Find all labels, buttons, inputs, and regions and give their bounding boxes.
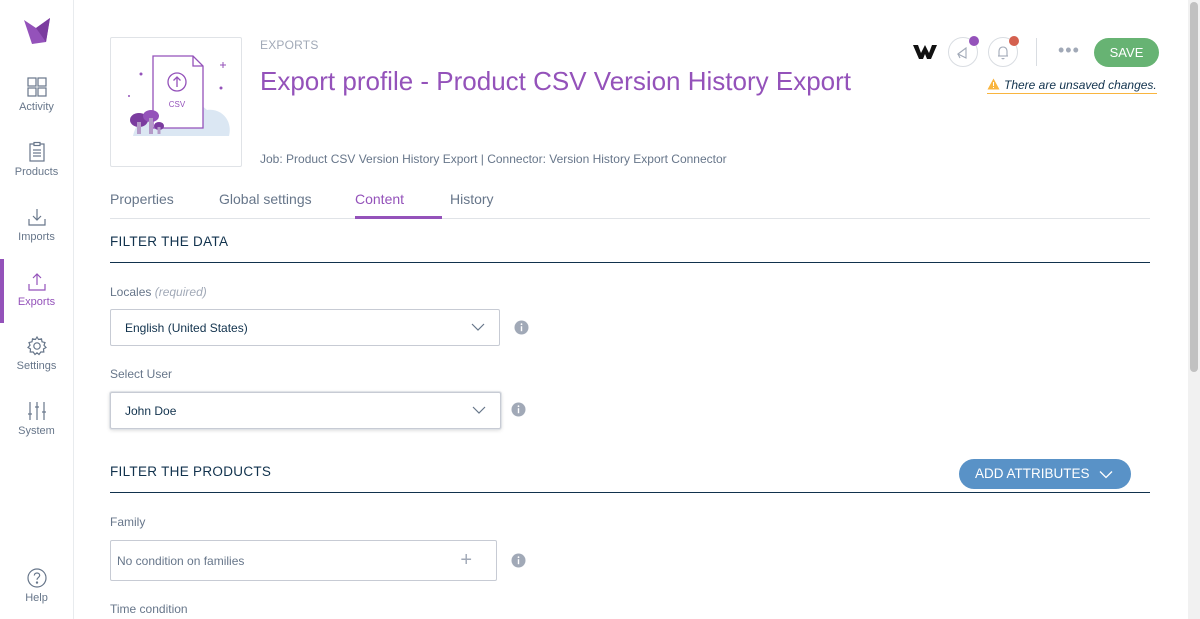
notifications-button[interactable] bbox=[988, 36, 1019, 67]
tab-properties[interactable]: Properties bbox=[110, 191, 174, 219]
sliders-icon bbox=[27, 402, 46, 420]
sidebar-item-products[interactable]: Products bbox=[0, 141, 73, 203]
tab-global-settings[interactable]: Global settings bbox=[219, 191, 312, 219]
sidebar-item-label: System bbox=[18, 425, 55, 437]
main-sidebar: Activity Products Imports Exports Settin… bbox=[0, 0, 74, 619]
sidebar-item-label: Settings bbox=[16, 360, 57, 372]
filter-products-section-title: FILTER THE PRODUCTS bbox=[110, 464, 272, 479]
sidebar-item-help[interactable]: Help bbox=[0, 567, 73, 619]
section-divider bbox=[110, 262, 1150, 263]
select-user-dropdown[interactable]: John Doe bbox=[110, 392, 501, 429]
export-profile-illustration: CSV bbox=[110, 37, 242, 167]
selected-user-value: John Doe bbox=[125, 404, 177, 418]
sidebar-item-settings[interactable]: Settings bbox=[0, 335, 73, 397]
locales-label-text: Locales bbox=[110, 285, 152, 299]
add-attributes-button[interactable]: ADD ATTRIBUTES bbox=[959, 459, 1131, 489]
unsaved-changes-notice: There are unsaved changes. bbox=[987, 78, 1157, 94]
csv-label: CSV bbox=[169, 100, 186, 109]
family-condition-field[interactable]: No condition on families + bbox=[110, 540, 497, 581]
sidebar-item-system[interactable]: System bbox=[0, 400, 73, 462]
scrollbar-thumb[interactable] bbox=[1190, 2, 1198, 372]
locales-select[interactable]: English (United States) bbox=[110, 309, 500, 346]
tab-content[interactable]: Content bbox=[355, 191, 442, 219]
sidebar-item-label: Help bbox=[25, 592, 48, 604]
required-hint: (required) bbox=[154, 285, 207, 299]
announcements-button[interactable] bbox=[948, 36, 979, 67]
sidebar-item-exports[interactable]: Exports bbox=[0, 259, 73, 323]
filter-data-section-title: FILTER THE DATA bbox=[110, 234, 229, 249]
locales-label: Locales (required) bbox=[110, 285, 207, 299]
add-attributes-label: ADD ATTRIBUTES bbox=[975, 466, 1090, 481]
announcements-badge bbox=[969, 36, 979, 46]
notifications-badge bbox=[1009, 36, 1019, 46]
akeneo-logo[interactable] bbox=[22, 16, 52, 46]
clipboard-icon bbox=[28, 141, 45, 162]
section-divider bbox=[110, 492, 1150, 493]
sidebar-item-label: Exports bbox=[17, 296, 56, 308]
warning-icon bbox=[987, 78, 1000, 90]
header-divider bbox=[1036, 38, 1037, 66]
sidebar-item-activity[interactable]: Activity bbox=[0, 76, 73, 138]
family-label: Family bbox=[110, 515, 146, 529]
breadcrumb-exports[interactable]: EXPORTS bbox=[260, 38, 319, 52]
wizard-logo-icon[interactable] bbox=[912, 42, 938, 62]
chevron-down-icon bbox=[1099, 471, 1113, 479]
info-icon[interactable] bbox=[511, 553, 526, 568]
locales-selected-value: English (United States) bbox=[125, 321, 248, 335]
tab-history[interactable]: History bbox=[450, 191, 494, 219]
job-connector-subtitle: Job: Product CSV Version History Export … bbox=[260, 152, 727, 166]
dashboard-grid-icon bbox=[26, 77, 47, 97]
unsaved-changes-text: There are unsaved changes. bbox=[1004, 78, 1157, 92]
tab-bar: Properties Global settings Content Histo… bbox=[110, 186, 1150, 219]
family-condition-value: No condition on families bbox=[117, 554, 245, 568]
chevron-down-icon bbox=[471, 323, 485, 331]
time-condition-label: Time condition bbox=[110, 602, 188, 616]
chevron-down-icon bbox=[472, 406, 486, 414]
export-tray-icon bbox=[27, 273, 46, 291]
info-icon[interactable] bbox=[514, 320, 529, 335]
page-title: Export profile - Product CSV Version His… bbox=[260, 66, 852, 96]
sidebar-item-label: Activity bbox=[19, 101, 54, 113]
import-tray-icon bbox=[27, 209, 46, 226]
more-options-button[interactable]: ••• bbox=[1058, 40, 1080, 61]
sidebar-item-label: Imports bbox=[18, 231, 55, 243]
info-icon[interactable] bbox=[511, 402, 526, 417]
save-button[interactable]: SAVE bbox=[1094, 38, 1159, 67]
csv-file-illustration: CSV bbox=[128, 55, 230, 136]
sidebar-item-label: Products bbox=[14, 166, 59, 178]
gear-icon bbox=[26, 335, 47, 356]
add-family-plus-icon[interactable]: + bbox=[460, 541, 472, 579]
help-circle-icon bbox=[26, 568, 47, 588]
page-scrollbar[interactable] bbox=[1188, 0, 1200, 619]
select-user-label: Select User bbox=[110, 367, 173, 381]
